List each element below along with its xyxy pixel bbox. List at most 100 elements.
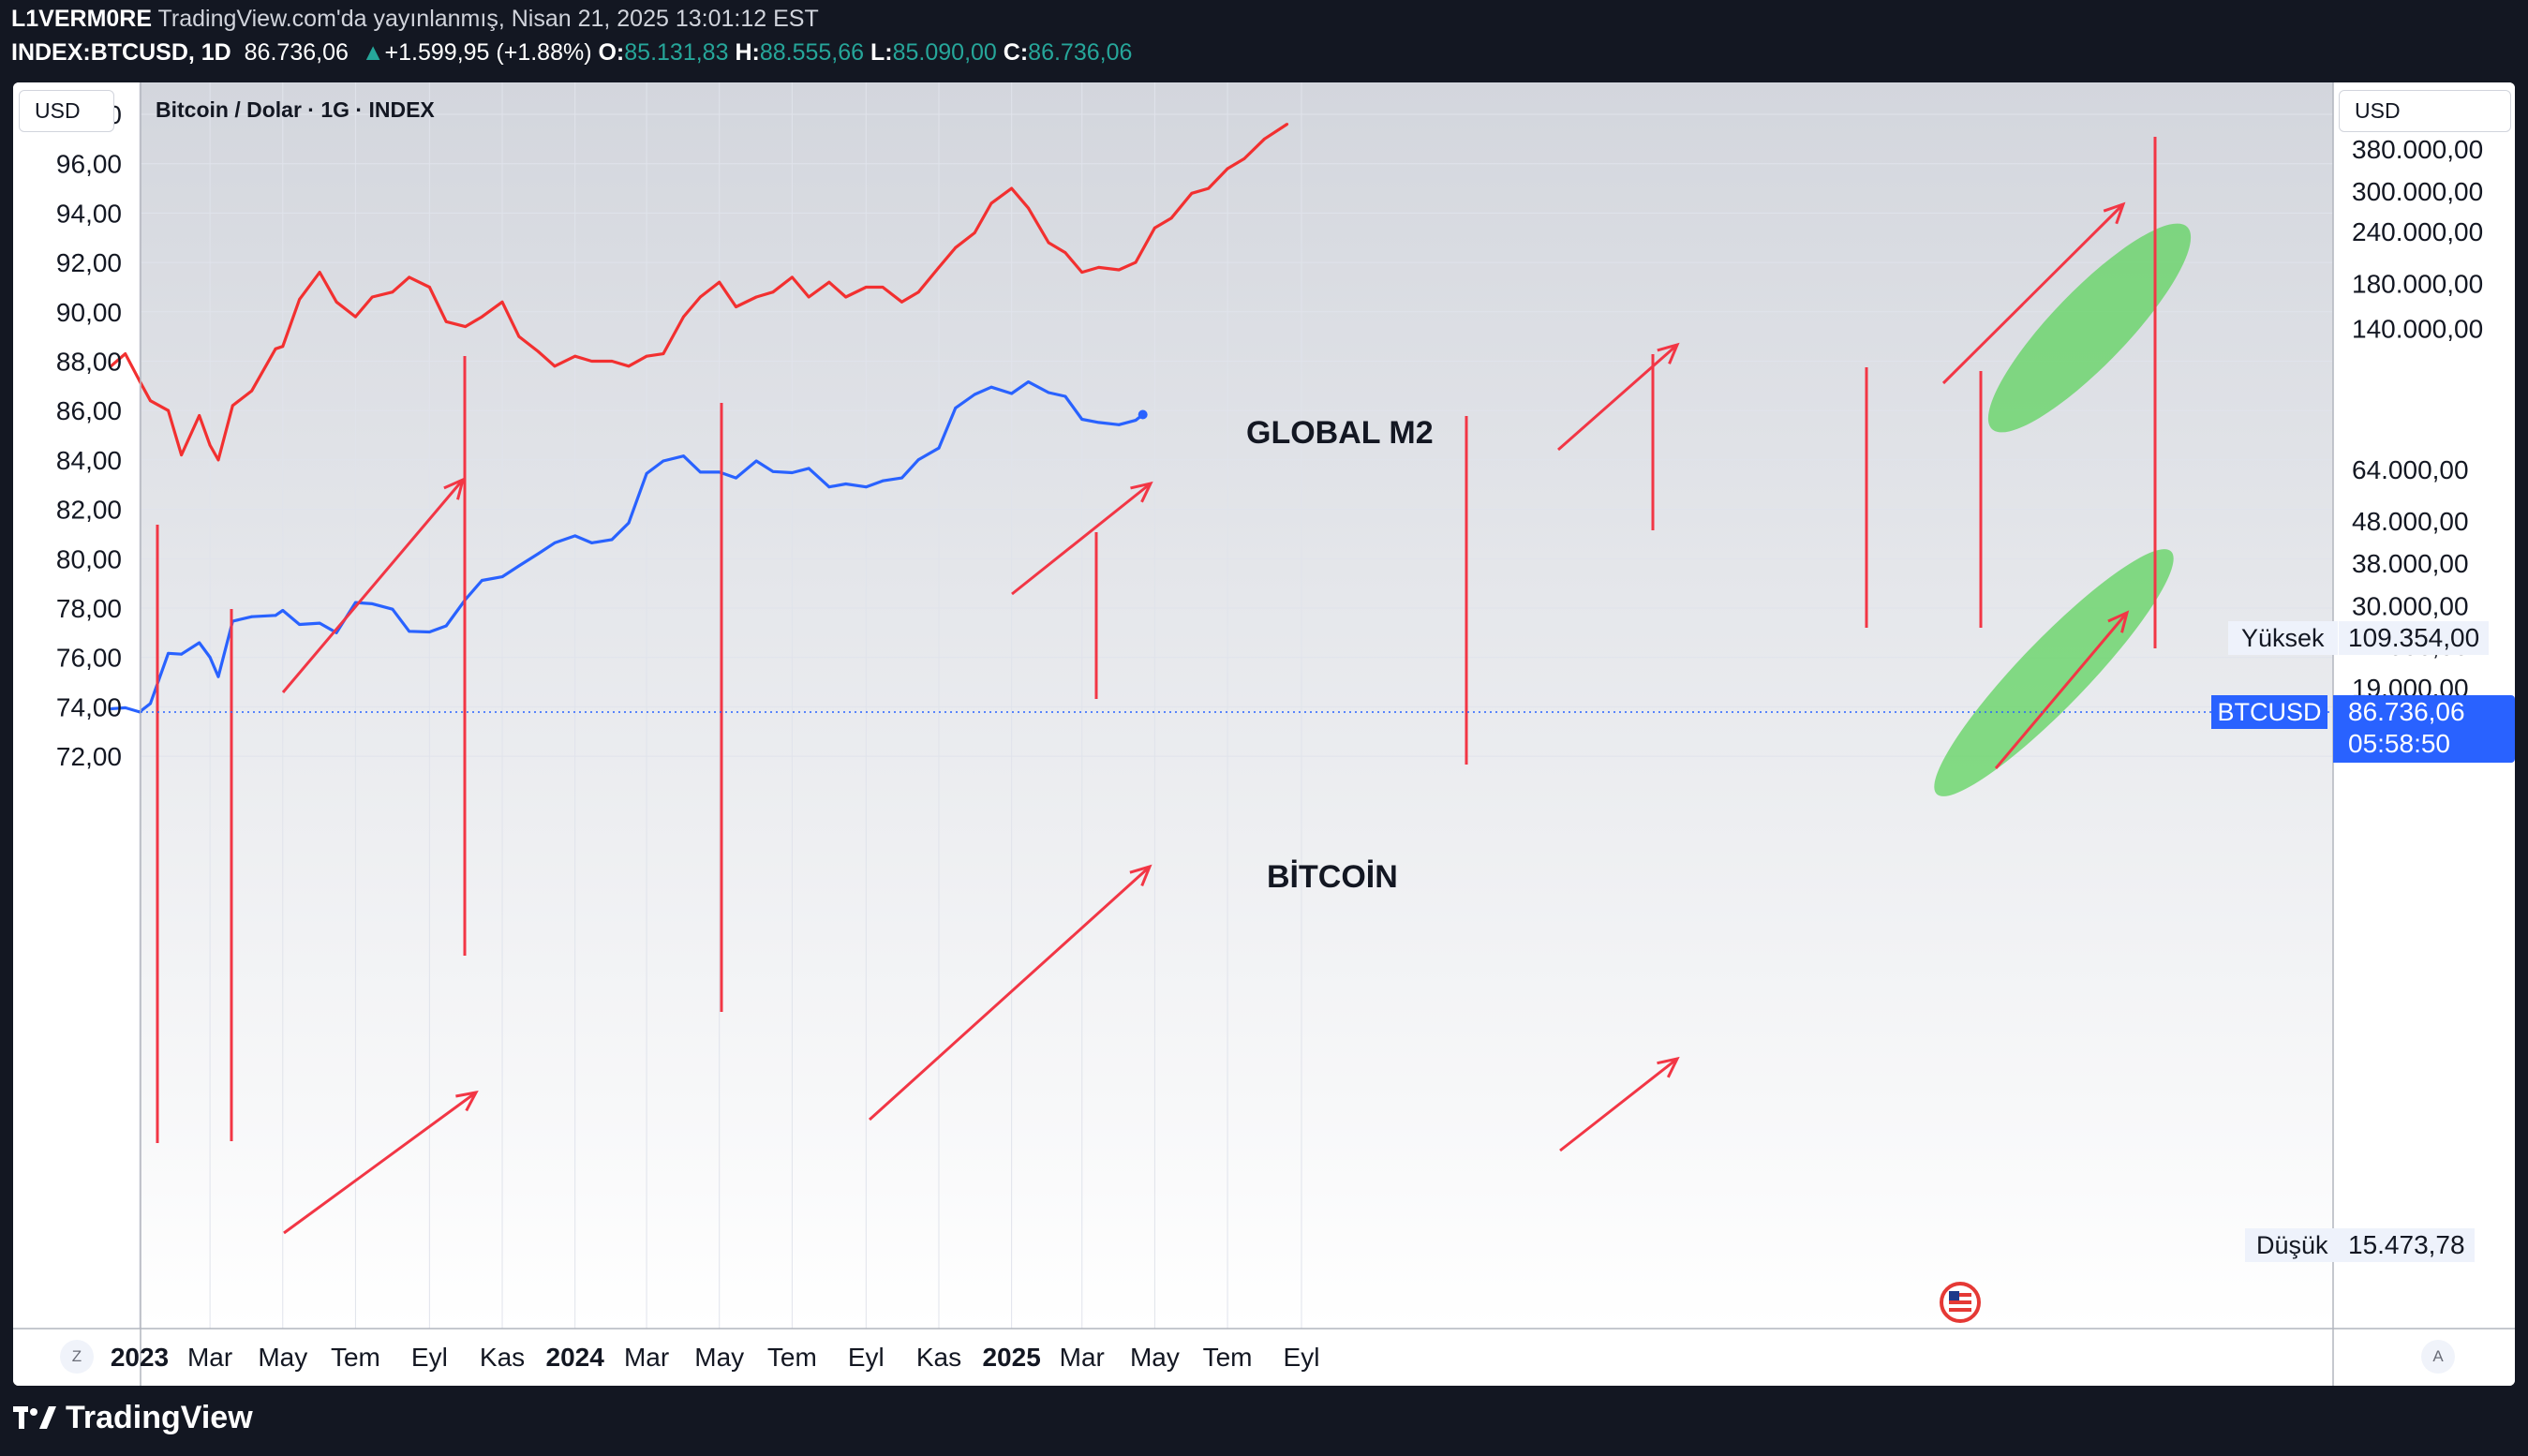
m2-point — [735, 305, 737, 308]
left-scale-button[interactable]: Z — [60, 1340, 94, 1374]
open-value: 85.131,83 — [624, 39, 729, 66]
m2-point — [573, 354, 577, 358]
left-tick-label: 96,00 — [56, 150, 122, 179]
us-flag-icon[interactable] — [1940, 1282, 1981, 1323]
m2-point — [900, 300, 903, 304]
m2-point — [318, 271, 321, 274]
btc-point — [1117, 423, 1121, 426]
btc-point — [481, 579, 483, 582]
m2-point — [1027, 206, 1030, 210]
btc-point — [250, 615, 254, 618]
m2-point — [699, 295, 702, 299]
m2-point — [973, 231, 976, 234]
m2-point — [274, 347, 277, 350]
m2-point — [662, 352, 665, 355]
high-value: 88.555,66 — [759, 39, 865, 66]
m2-point — [807, 295, 810, 299]
btc-point — [408, 630, 411, 633]
m2-point — [881, 286, 885, 289]
left-tick-label: 92,00 — [56, 248, 122, 277]
m2-point — [464, 325, 467, 328]
btc-point — [807, 467, 810, 470]
left-tick-label: 74,00 — [56, 692, 122, 721]
btc-point — [1080, 418, 1084, 421]
symbol-ohlc-line: INDEX:BTCUSD, 1D 86.736,06 ▲+1.599,95 (+… — [11, 39, 1132, 67]
price-tag-value: 86.736,06 — [2348, 697, 2465, 726]
btc-point — [536, 552, 540, 556]
btc-point — [771, 469, 775, 473]
btc-point — [881, 479, 885, 483]
left-tick-label: 76,00 — [56, 644, 122, 673]
m2-point — [989, 201, 993, 205]
btc-point — [1097, 421, 1100, 424]
time-tick-label: May — [1130, 1343, 1180, 1372]
right-tick-label: 240.000,00 — [2352, 217, 2483, 246]
chart-panel[interactable]: 98,0096,0094,0092,0090,0088,0086,0084,00… — [13, 82, 2515, 1386]
btc-point — [318, 621, 321, 625]
m2-point — [645, 354, 648, 358]
m2-point — [391, 290, 394, 294]
left-tick-label: 80,00 — [56, 544, 122, 573]
right-tick-label: 30.000,00 — [2352, 591, 2469, 620]
m2-point — [718, 280, 721, 284]
time-tick-label: Kas — [480, 1343, 525, 1372]
symbol-price-tag: BTCUSD — [2211, 695, 2327, 729]
m2-point — [354, 315, 357, 319]
time-tick-label: Mar — [187, 1343, 232, 1372]
right-currency-button[interactable]: USD — [2339, 90, 2511, 132]
triangle-up-icon: ▲ — [361, 39, 385, 66]
m2-point — [335, 300, 338, 304]
btc-point — [590, 542, 593, 544]
open-label: O: — [598, 39, 625, 66]
m2-point — [298, 298, 301, 301]
price-tag-countdown: 05:58:50 — [2348, 729, 2450, 758]
m2-point — [517, 334, 521, 338]
symbol-interval: INDEX:BTCUSD, 1D — [11, 39, 231, 66]
m2-point — [208, 443, 212, 447]
m2-point — [1286, 123, 1289, 126]
btc-point — [274, 614, 277, 617]
right-tick-label: 300.000,00 — [2352, 177, 2483, 206]
left-tick-label: 86,00 — [56, 396, 122, 425]
btc-point — [754, 459, 758, 463]
price-tag: 86.736,06 05:58:50 — [2333, 695, 2515, 763]
last-price-dot — [1138, 409, 1148, 420]
close-label: C: — [1003, 39, 1029, 66]
time-tick-label: Kas — [916, 1343, 961, 1372]
left-tick-label: 88,00 — [56, 348, 122, 377]
time-axis[interactable]: 2023 Mar May Tem Eyl Kas 2024 Mar May Tem Eyl Kas 20… — [111, 1343, 1320, 1372]
time-tick-label: Eyl — [411, 1343, 448, 1372]
btc-point — [937, 446, 941, 450]
m2-point — [937, 266, 941, 269]
time-tick-label: Tem — [331, 1343, 380, 1372]
time-tick-label: Tem — [767, 1343, 817, 1372]
m2-point — [844, 295, 848, 299]
btc-point — [500, 575, 504, 578]
btc-point — [391, 607, 394, 611]
left-tick-label: 90,00 — [56, 298, 122, 327]
tradingview-logo[interactable]: TradingView — [13, 1400, 253, 1436]
m2-point — [771, 290, 775, 294]
btc-point — [208, 656, 212, 659]
m2-point — [198, 414, 201, 417]
btc-point — [124, 706, 127, 709]
right-tick-label: 180.000,00 — [2352, 269, 2483, 298]
btc-point — [864, 485, 868, 489]
btc-point — [844, 483, 848, 485]
btc-point — [1027, 380, 1030, 383]
m2-point — [1207, 186, 1211, 190]
time-tick-label: May — [258, 1343, 307, 1372]
publish-info: TradingView.com'da yayınlanmış, Nisan 21… — [157, 6, 819, 32]
btc-point — [989, 385, 993, 389]
btc-label: BİTCOİN — [1267, 859, 1398, 895]
btc-point — [1047, 391, 1050, 394]
btc-point — [954, 407, 958, 409]
right-tick-label: 64.000,00 — [2352, 455, 2469, 484]
btc-point — [645, 472, 648, 475]
btc-point — [1063, 394, 1067, 398]
left-currency-button[interactable]: USD — [19, 90, 114, 132]
auto-scale-button[interactable]: A — [2421, 1340, 2455, 1374]
chart-canvas[interactable]: 98,0096,0094,0092,0090,0088,0086,0084,00… — [13, 82, 2515, 1386]
last-price: 86.736,06 — [244, 39, 349, 66]
btc-point — [662, 459, 665, 463]
